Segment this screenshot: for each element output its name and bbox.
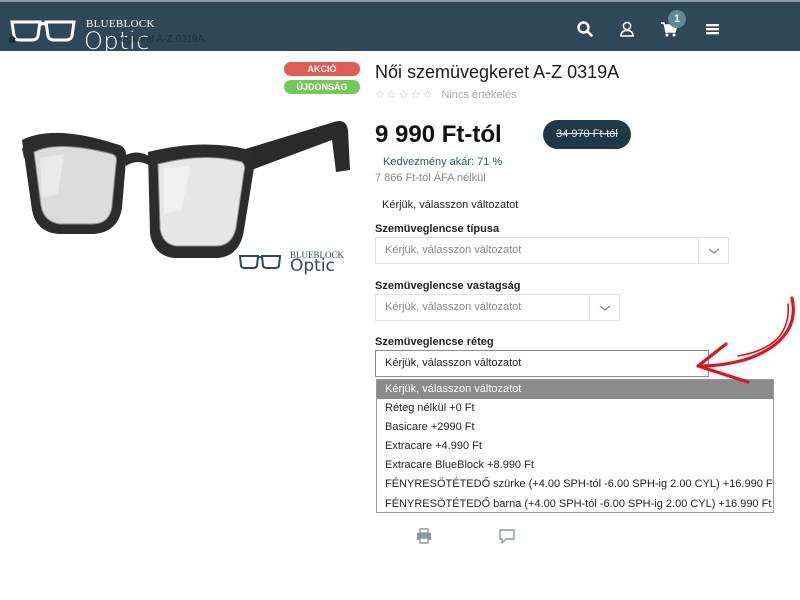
print-icon[interactable] [416,528,432,544]
lens-type-label: Szemüveglencse típusa [375,223,500,235]
lens-thickness-caret[interactable] [589,295,619,320]
lens-thickness-select[interactable]: Kérjük, válasszon változatot [375,294,620,321]
lens-type-select-value: Kérjük, válasszon változatot [385,244,522,256]
top-navigation-bar: BLUEBLOCK Optic 1 vegkeret A-Z 0319A [0,0,800,55]
cart-count-badge: 1 [668,10,686,28]
chevron-down-icon [599,305,611,311]
lens-coating-dropdown: Kérjük, válasszon változatot Réteg nélkü… [376,379,774,513]
old-price-badge: 34 970 Ft-tól [543,120,631,149]
rating[interactable]: ☆☆☆☆☆ Nincs értékelés [375,88,517,101]
choose-variant-text: Kérjük, válasszon változatot [382,199,519,211]
user-icon[interactable] [618,20,636,38]
dropdown-option[interactable]: FÉNYRESÖTÉTEDŐ barna (+4.00 SPH-tól -6.0… [377,495,773,514]
price: 9 990 Ft-tól [375,121,502,148]
annotation-arrow-icon [696,296,795,384]
product-image[interactable]: BLUEBLOCK Optic [14,110,354,290]
lens-type-caret[interactable] [698,238,728,263]
image-watermark-big-text: Optic [290,256,335,276]
product-title: Női szemüvegkeret A-Z 0319A [375,62,620,82]
rating-text: Nincs értékelés [441,89,517,101]
lens-coating-select[interactable]: Kérjük, válasszon változatot [375,350,709,377]
chevron-down-icon [708,248,720,254]
dropdown-option[interactable]: Réteg nélkül +0 Ft [377,399,773,418]
home-icon[interactable] [8,35,16,43]
lens-coating-select-value: Kérjük, válasszon változatot [385,357,522,369]
dropdown-option[interactable]: Extracare BlueBlock +8.990 Ft [377,456,773,475]
search-icon[interactable] [576,20,594,38]
lens-type-select[interactable]: Kérjük, válasszon változatot [375,237,729,264]
rating-stars-icon: ☆☆☆☆☆ [375,89,435,101]
breadcrumb-current: vegkeret A-Z 0319A [116,34,205,45]
discount-text: Kedvezmény akár: 71 % [383,156,503,168]
new-badge: ÚJDONSÁG [284,80,360,94]
lens-coating-label: Szemüveglencse réteg [375,336,494,348]
dropdown-option[interactable]: Extracare +4.990 Ft [377,437,773,456]
menu-icon[interactable] [704,20,722,38]
lens-thickness-select-value: Kérjük, válasszon változatot [385,301,522,313]
dropdown-option[interactable]: FÉNYRESÖTÉTEDŐ szürke (+4.00 SPH-tól -6.… [377,475,773,494]
dropdown-option[interactable]: Basicare +2990 Ft [377,418,773,437]
image-watermark-glasses-icon [238,255,282,269]
sale-badge: AKCIÓ [284,62,360,76]
lens-thickness-label: Szemüveglencse vastagság [375,280,521,292]
net-price-text: 7 866 Ft-tól ÁFA nélkül [375,172,486,184]
breadcrumb: vegkeret A-Z 0319A [0,33,240,47]
comment-icon[interactable] [499,528,515,544]
